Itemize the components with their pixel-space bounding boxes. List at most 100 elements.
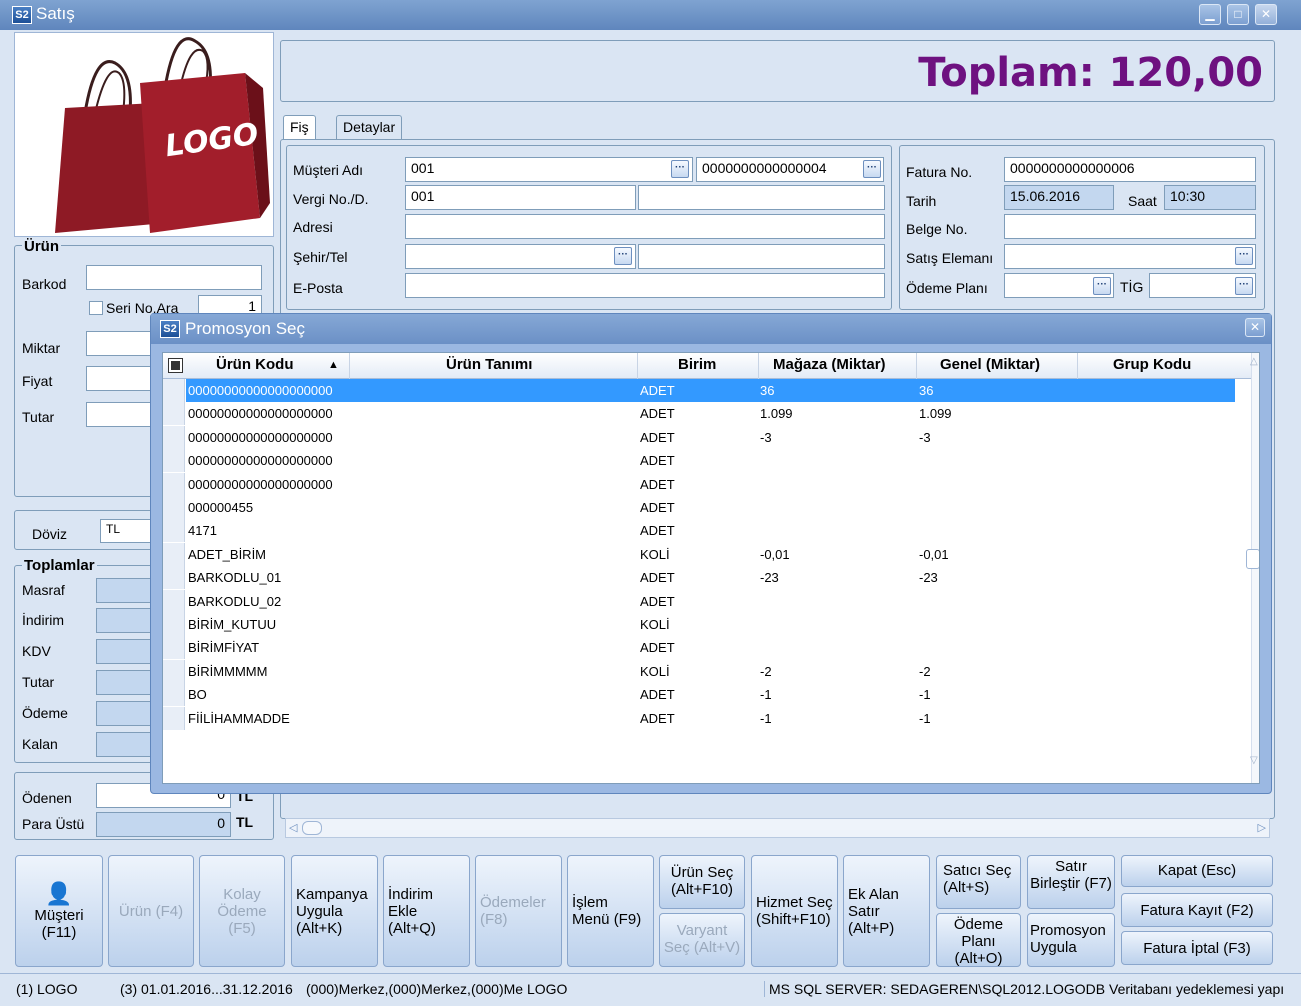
sehir-lookup-icon[interactable]: ··· [614,247,632,265]
fatura-no-input[interactable]: 0000000000000006 [1004,157,1256,182]
cell-birim: ADET [640,453,675,469]
adres-input[interactable] [405,214,885,239]
musteri-code-lookup-icon[interactable]: ··· [671,160,689,178]
row-indicator[interactable] [163,542,185,566]
tab-detaylar[interactable]: Detaylar [336,115,403,139]
ek-alan-button[interactable]: Ek Alan Satır (Alt+P) [843,855,930,967]
col-magaza[interactable]: Mağaza (Miktar) [773,356,886,373]
hizmet-sec-button[interactable]: Hizmet Seç (Shift+F10) [751,855,838,967]
varyant-sec-button[interactable]: Varyant Seç (Alt+V) [659,913,745,967]
status-db: MS SQL SERVER: SEDAGEREN\SQL2012.LOGODB … [764,981,1286,997]
urun-sec-button[interactable]: Ürün Seç (Alt+F10) [659,855,745,909]
musteri-code-input[interactable]: 001 [405,157,693,182]
seri-no-checkbox[interactable] [89,301,103,315]
grid-scroll-thumb[interactable] [1246,549,1259,569]
grid-vertical-scrollbar[interactable]: △ ▽ [1246,353,1259,783]
row-indicator[interactable] [163,519,185,543]
odeme-plani-lookup-icon[interactable]: ··· [1093,277,1111,295]
islem-menu-button[interactable]: İşlem Menü (F9) [567,855,654,967]
musteri-button[interactable]: 👤 Müşteri (F11) [15,855,103,967]
toplam-tutar-label: Tutar [22,674,55,690]
table-row[interactable]: FİİLİHAMMADDE ADET -1 -1 [186,707,1235,730]
scroll-thumb[interactable] [302,821,322,835]
dialog-close-icon[interactable]: ✕ [1245,318,1265,337]
col-urun-tanimi[interactable]: Ürün Tanımı [446,356,532,373]
cell-birim: ADET [640,570,675,586]
tab-fis[interactable]: Fiş [283,115,316,141]
minimize-icon[interactable]: ▁ [1199,4,1221,25]
row-indicator[interactable] [163,683,185,707]
vergi-dairesi-input[interactable] [638,185,885,210]
cell-birim: ADET [640,476,675,492]
tel-input[interactable] [638,244,885,269]
col-genel[interactable]: Genel (Miktar) [940,356,1040,373]
select-all-checkbox[interactable] [168,358,183,373]
table-row[interactable]: BARKODLU_02 ADET [186,590,1235,613]
table-row[interactable]: 00000000000000000000 ADET 36 36 [186,379,1235,402]
table-row[interactable]: ADET_BİRİM KOLİ -0,01 -0,01 [186,543,1235,566]
musteri-name-lookup-icon[interactable]: ··· [863,160,881,178]
row-indicator[interactable] [163,496,185,519]
table-row[interactable]: 00000000000000000000 ADET 1.099 1.099 [186,402,1235,425]
odemeler-button[interactable]: Ödemeler (F8) [475,855,562,967]
table-row[interactable]: 00000000000000000000 ADET [186,449,1235,472]
row-indicator[interactable] [163,425,185,449]
cell-magaza: -1 [760,687,772,703]
sehir-input[interactable] [405,244,636,269]
col-grup-kodu[interactable]: Grup Kodu [1113,356,1191,373]
row-indicator[interactable] [163,379,185,402]
eposta-input[interactable] [405,273,885,298]
saat-input[interactable]: 10:30 [1164,185,1256,210]
promosyon-uygula-button[interactable]: Promosyon Uygula [1027,913,1115,967]
musteri-name-input[interactable]: 0000000000000004 [696,157,884,182]
row-indicator[interactable] [163,402,185,426]
tarih-label: Tarih [906,193,937,209]
table-row[interactable]: BARKODLU_01 ADET -23 -23 [186,566,1235,589]
table-row[interactable]: 00000000000000000000 ADET [186,473,1235,496]
col-urun-kodu[interactable]: Ürün Kodu [216,356,293,373]
vergi-no-input[interactable]: 001 [405,185,636,210]
odeme-plani-button[interactable]: Ödeme Planı (Alt+O) [936,913,1021,967]
belge-no-input[interactable] [1004,214,1256,239]
table-row[interactable]: 000000455 ADET [186,496,1235,519]
scroll-down-icon[interactable]: ▽ [1250,755,1258,766]
urun-button[interactable]: Ürün (F4) [108,855,194,967]
indirim-ekle-button[interactable]: İndirim Ekle (Alt+Q) [383,855,470,967]
vergi-label: Vergi No./D. [293,191,369,207]
cell-urun-kodu: BARKODLU_02 [188,593,282,609]
satis-elemani-input[interactable] [1004,244,1256,269]
close-icon[interactable]: ✕ [1255,4,1277,25]
row-indicator[interactable] [163,589,185,613]
table-row[interactable]: BİRİM_KUTUU KOLİ [186,613,1235,636]
fatura-iptal-button[interactable]: Fatura İptal (F3) [1121,931,1273,965]
kampanya-button[interactable]: Kampanya Uygula (Alt+K) [291,855,378,967]
row-indicator[interactable] [163,449,185,473]
promosyon-grid: Ürün Kodu ▲ Ürün Tanımı Birim Mağaza (Mi… [162,352,1260,784]
maximize-icon[interactable]: □ [1227,4,1249,25]
row-indicator[interactable] [163,636,185,660]
scroll-left-icon[interactable]: ◁ [289,821,297,834]
satis-elemani-lookup-icon[interactable]: ··· [1235,247,1253,265]
kolay-odeme-button[interactable]: Kolay Ödeme (F5) [199,855,285,967]
row-indicator[interactable] [163,613,185,636]
table-row[interactable]: BO ADET -1 -1 [186,683,1235,706]
horizontal-scrollbar[interactable]: ◁ ▷ [285,818,1270,838]
col-birim[interactable]: Birim [678,356,716,373]
row-indicator[interactable] [163,659,185,683]
table-row[interactable]: 00000000000000000000 ADET -3 -3 [186,426,1235,449]
scroll-up-icon[interactable]: △ [1250,356,1258,367]
row-indicator[interactable] [163,472,185,496]
row-indicator[interactable] [163,566,185,590]
scroll-right-icon[interactable]: ▷ [1258,821,1266,834]
fatura-kayit-button[interactable]: Fatura Kayıt (F2) [1121,893,1273,927]
satir-birlestir-button[interactable]: Satır Birleştir (F7) [1027,855,1115,909]
tarih-input[interactable]: 15.06.2016 [1004,185,1114,210]
satici-sec-button[interactable]: Satıcı Seç (Alt+S) [936,855,1021,909]
kapat-button[interactable]: Kapat (Esc) [1121,855,1273,887]
table-row[interactable]: BİRİMFİYAT ADET [186,636,1235,659]
row-indicator[interactable] [163,706,185,730]
table-row[interactable]: BİRİMMMMM KOLİ -2 -2 [186,660,1235,683]
table-row[interactable]: 4171 ADET [186,519,1235,542]
tig-lookup-icon[interactable]: ··· [1235,277,1253,295]
barkod-input[interactable] [86,265,262,290]
